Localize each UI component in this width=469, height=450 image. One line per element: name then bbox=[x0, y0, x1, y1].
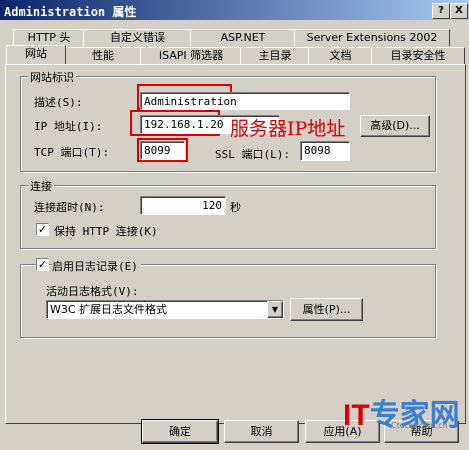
window-title: Administration 属性 bbox=[4, 5, 137, 19]
tab-aspnet[interactable]: ASP.NET bbox=[190, 29, 296, 46]
close-title-button[interactable]: X bbox=[450, 3, 468, 19]
tab-website[interactable]: 网站 bbox=[6, 45, 66, 64]
tab-home-directory[interactable]: 主目录 bbox=[240, 47, 310, 64]
timeout-label: 连接超时(N): bbox=[34, 201, 105, 214]
log-format-label: 活动日志格式(V): bbox=[46, 285, 139, 298]
server-ip-annotation: 服务器IP地址 bbox=[230, 118, 346, 140]
ip-address-label: IP 地址(I): bbox=[34, 120, 103, 133]
description-input[interactable]: Administration bbox=[140, 92, 350, 110]
tab-http-headers[interactable]: HTTP 头 bbox=[13, 29, 85, 46]
watermark-it: IT bbox=[343, 399, 370, 432]
tab-performance[interactable]: 性能 bbox=[64, 47, 142, 64]
watermark-site: Ctocio.com.cn bbox=[391, 421, 448, 430]
connection-group bbox=[20, 185, 436, 249]
description-label: 描述(S): bbox=[34, 96, 83, 109]
site-identification-title: 网站标识 bbox=[28, 69, 76, 85]
tab-isapi-filters[interactable]: ISAPI 筛选器 bbox=[140, 47, 242, 64]
tab-custom-errors[interactable]: 自定义错误 bbox=[83, 29, 192, 46]
ssl-port-field[interactable]: 8098 bbox=[300, 141, 350, 161]
timeout-field[interactable]: 120 bbox=[140, 196, 226, 215]
checkmark-icon: ✓ bbox=[37, 223, 48, 236]
keepalive-checkbox[interactable]: ✓ bbox=[36, 223, 49, 236]
ssl-port-label: SSL 端口(L): bbox=[215, 148, 290, 161]
tcp-port-label: TCP 端口(T): bbox=[34, 146, 109, 159]
dropdown-arrow-button[interactable]: ▼ bbox=[267, 301, 283, 318]
enable-logging-checkbox[interactable]: ✓ bbox=[36, 258, 49, 271]
tab-server-extensions[interactable]: Server Extensions 2002 bbox=[294, 29, 450, 46]
close-icon: X bbox=[455, 5, 463, 16]
tcp-port-field[interactable]: 8099 bbox=[140, 141, 185, 160]
keepalive-label: 保持 HTTP 连接(K) bbox=[54, 225, 158, 238]
tab-directory-security[interactable]: 目录安全性 bbox=[371, 47, 465, 64]
ok-button[interactable]: 确定 bbox=[141, 419, 219, 444]
tab-documents[interactable]: 文档 bbox=[308, 47, 373, 64]
help-title-button[interactable]: ? bbox=[432, 3, 450, 19]
log-format-select[interactable]: W3C 扩展日志文件格式 bbox=[46, 300, 284, 319]
advanced-button[interactable]: 高级(D)... bbox=[360, 115, 430, 137]
cancel-button[interactable]: 取消 bbox=[224, 420, 299, 443]
log-properties-button[interactable]: 属性(P)... bbox=[290, 298, 363, 321]
connection-title: 连接 bbox=[28, 178, 54, 194]
enable-logging-label: 启用日志记录(E) bbox=[52, 258, 141, 274]
checkmark-icon: ✓ bbox=[37, 258, 48, 271]
timeout-unit: 秒 bbox=[230, 201, 241, 214]
dropdown-arrow-icon: ▼ bbox=[271, 305, 279, 314]
